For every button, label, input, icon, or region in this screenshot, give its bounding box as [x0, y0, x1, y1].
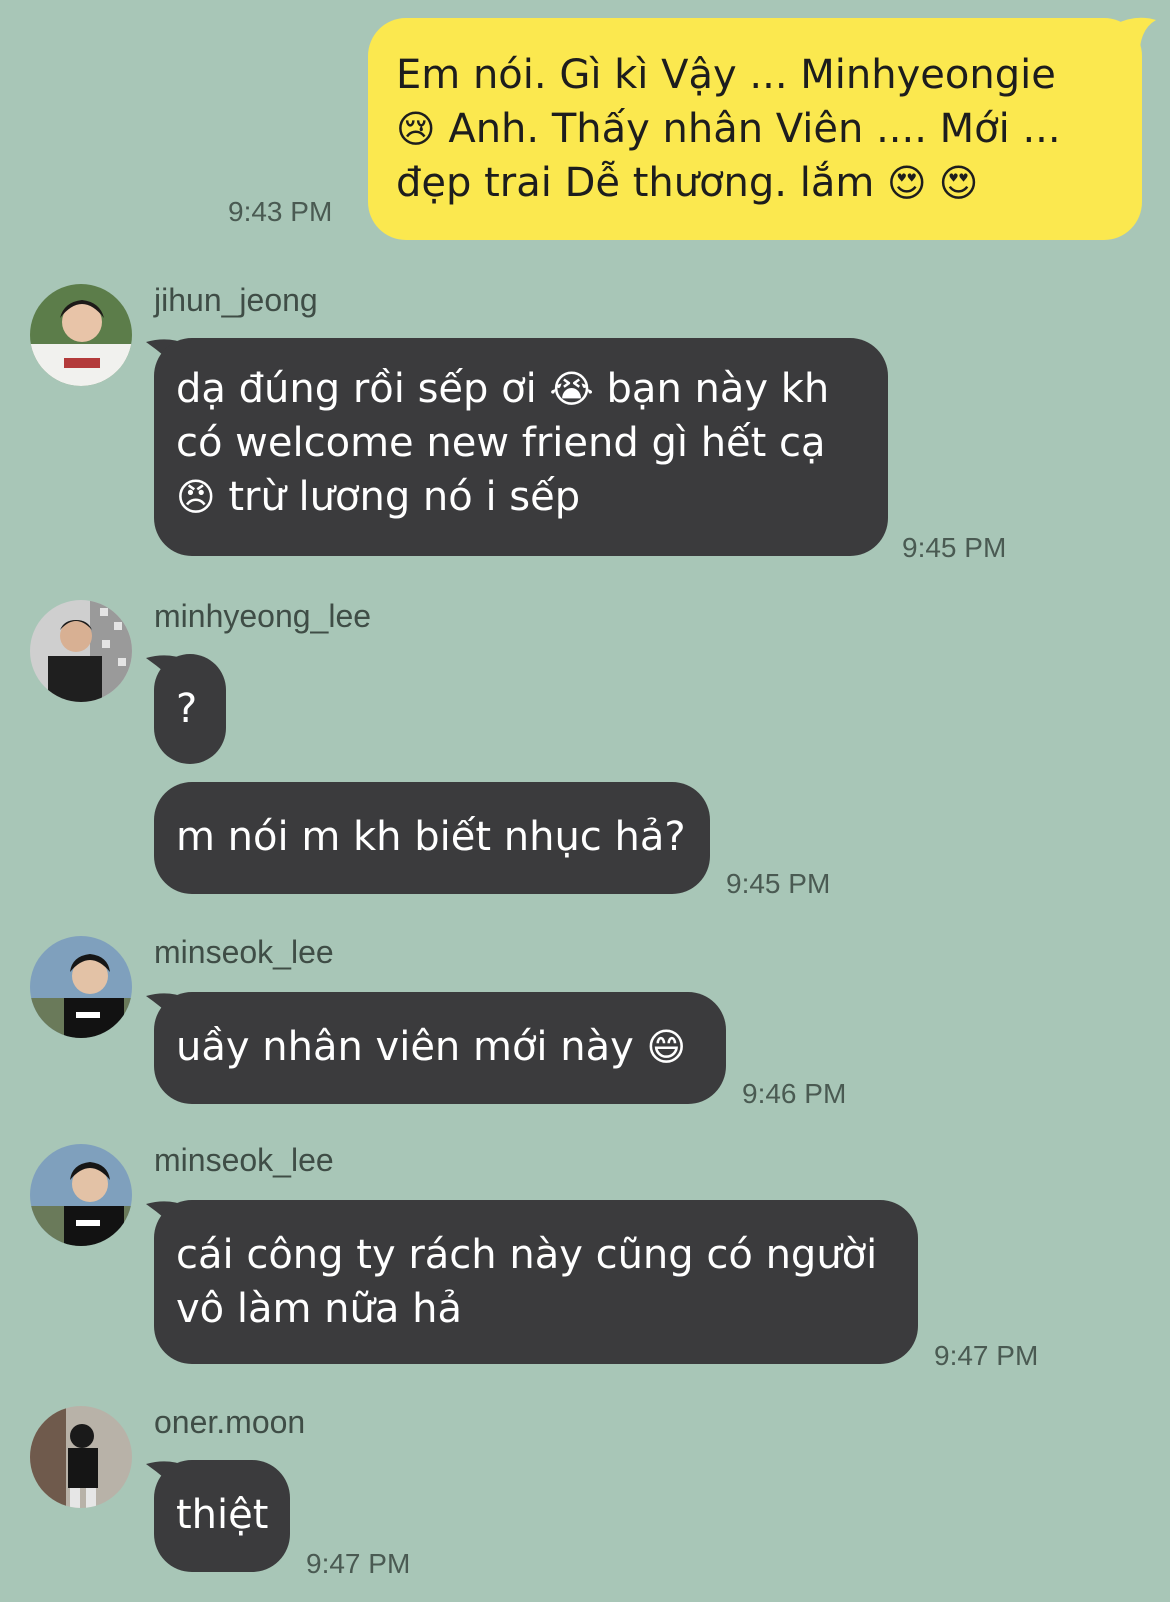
sender-name: minseok_lee	[154, 934, 334, 970]
incoming-message-bubble[interactable]: m nói m kh biết nhục hả?	[154, 782, 710, 894]
message-line: có welcome new friend gì hết cạ	[176, 420, 826, 466]
message-time: 9:46 PM	[742, 1078, 847, 1109]
outgoing-message-bubble[interactable]: Em nói. Gì kì Vậy ... Minhyeongie 😢 Anh.…	[368, 18, 1142, 240]
sender-name: oner.moon	[154, 1404, 306, 1440]
avatar-minseok[interactable]	[30, 1144, 132, 1246]
sender-name: jihun_jeong	[154, 282, 318, 318]
sender-name: minseok_lee	[154, 1142, 334, 1178]
message-line: dạ đúng rồi sếp ơi 😭 bạn này kh	[176, 366, 830, 412]
avatar-jihun[interactable]	[30, 284, 132, 386]
sender-name: minhyeong_lee	[154, 598, 372, 634]
message-line: cái công ty rách này cũng có người	[176, 1232, 878, 1278]
incoming-message-bubble[interactable]: thiệt	[154, 1460, 290, 1572]
incoming-message-bubble[interactable]: cái công ty rách này cũng có người vô là…	[154, 1200, 918, 1364]
angry-emoji-icon: 😠	[176, 475, 216, 519]
avatar-oner[interactable]	[30, 1406, 132, 1508]
message-time: 9:47 PM	[934, 1340, 1039, 1371]
message-time: 9:45 PM	[726, 868, 831, 899]
sobbing-emoji-icon: 😭	[549, 367, 594, 411]
avatar-minseok[interactable]	[30, 936, 132, 1038]
message-line: vô làm nữa hả	[176, 1286, 462, 1332]
message-time: 9:45 PM	[902, 532, 1007, 563]
message-line: Em nói. Gì kì Vậy ... Minhyeongie	[396, 52, 1056, 98]
avatar-minhyeong[interactable]	[30, 600, 132, 702]
crying-emoji-icon: 😢	[396, 107, 436, 151]
message-time: 9:43 PM	[228, 196, 333, 227]
message-line: đẹp trai Dễ thương. lắm 😍 😍	[396, 160, 979, 206]
message-line: 😢 Anh. Thấy nhân Viên .... Mới ...	[396, 106, 1061, 152]
message-line: 😠 trừ lương nó i sếp	[176, 474, 581, 520]
incoming-message-bubble[interactable]: uầy nhân viên mới này 😄	[154, 992, 726, 1104]
incoming-message-bubble[interactable]: ?	[154, 654, 226, 764]
heart-eyes-emoji-icon: 😍 😍	[887, 161, 979, 205]
grinning-emoji-icon: 😄	[646, 1025, 687, 1069]
message-time: 9:47 PM	[306, 1548, 411, 1579]
incoming-message-bubble[interactable]: dạ đúng rồi sếp ơi 😭 bạn này kh có welco…	[154, 338, 888, 556]
bubble-tail-icon	[1116, 17, 1156, 48]
